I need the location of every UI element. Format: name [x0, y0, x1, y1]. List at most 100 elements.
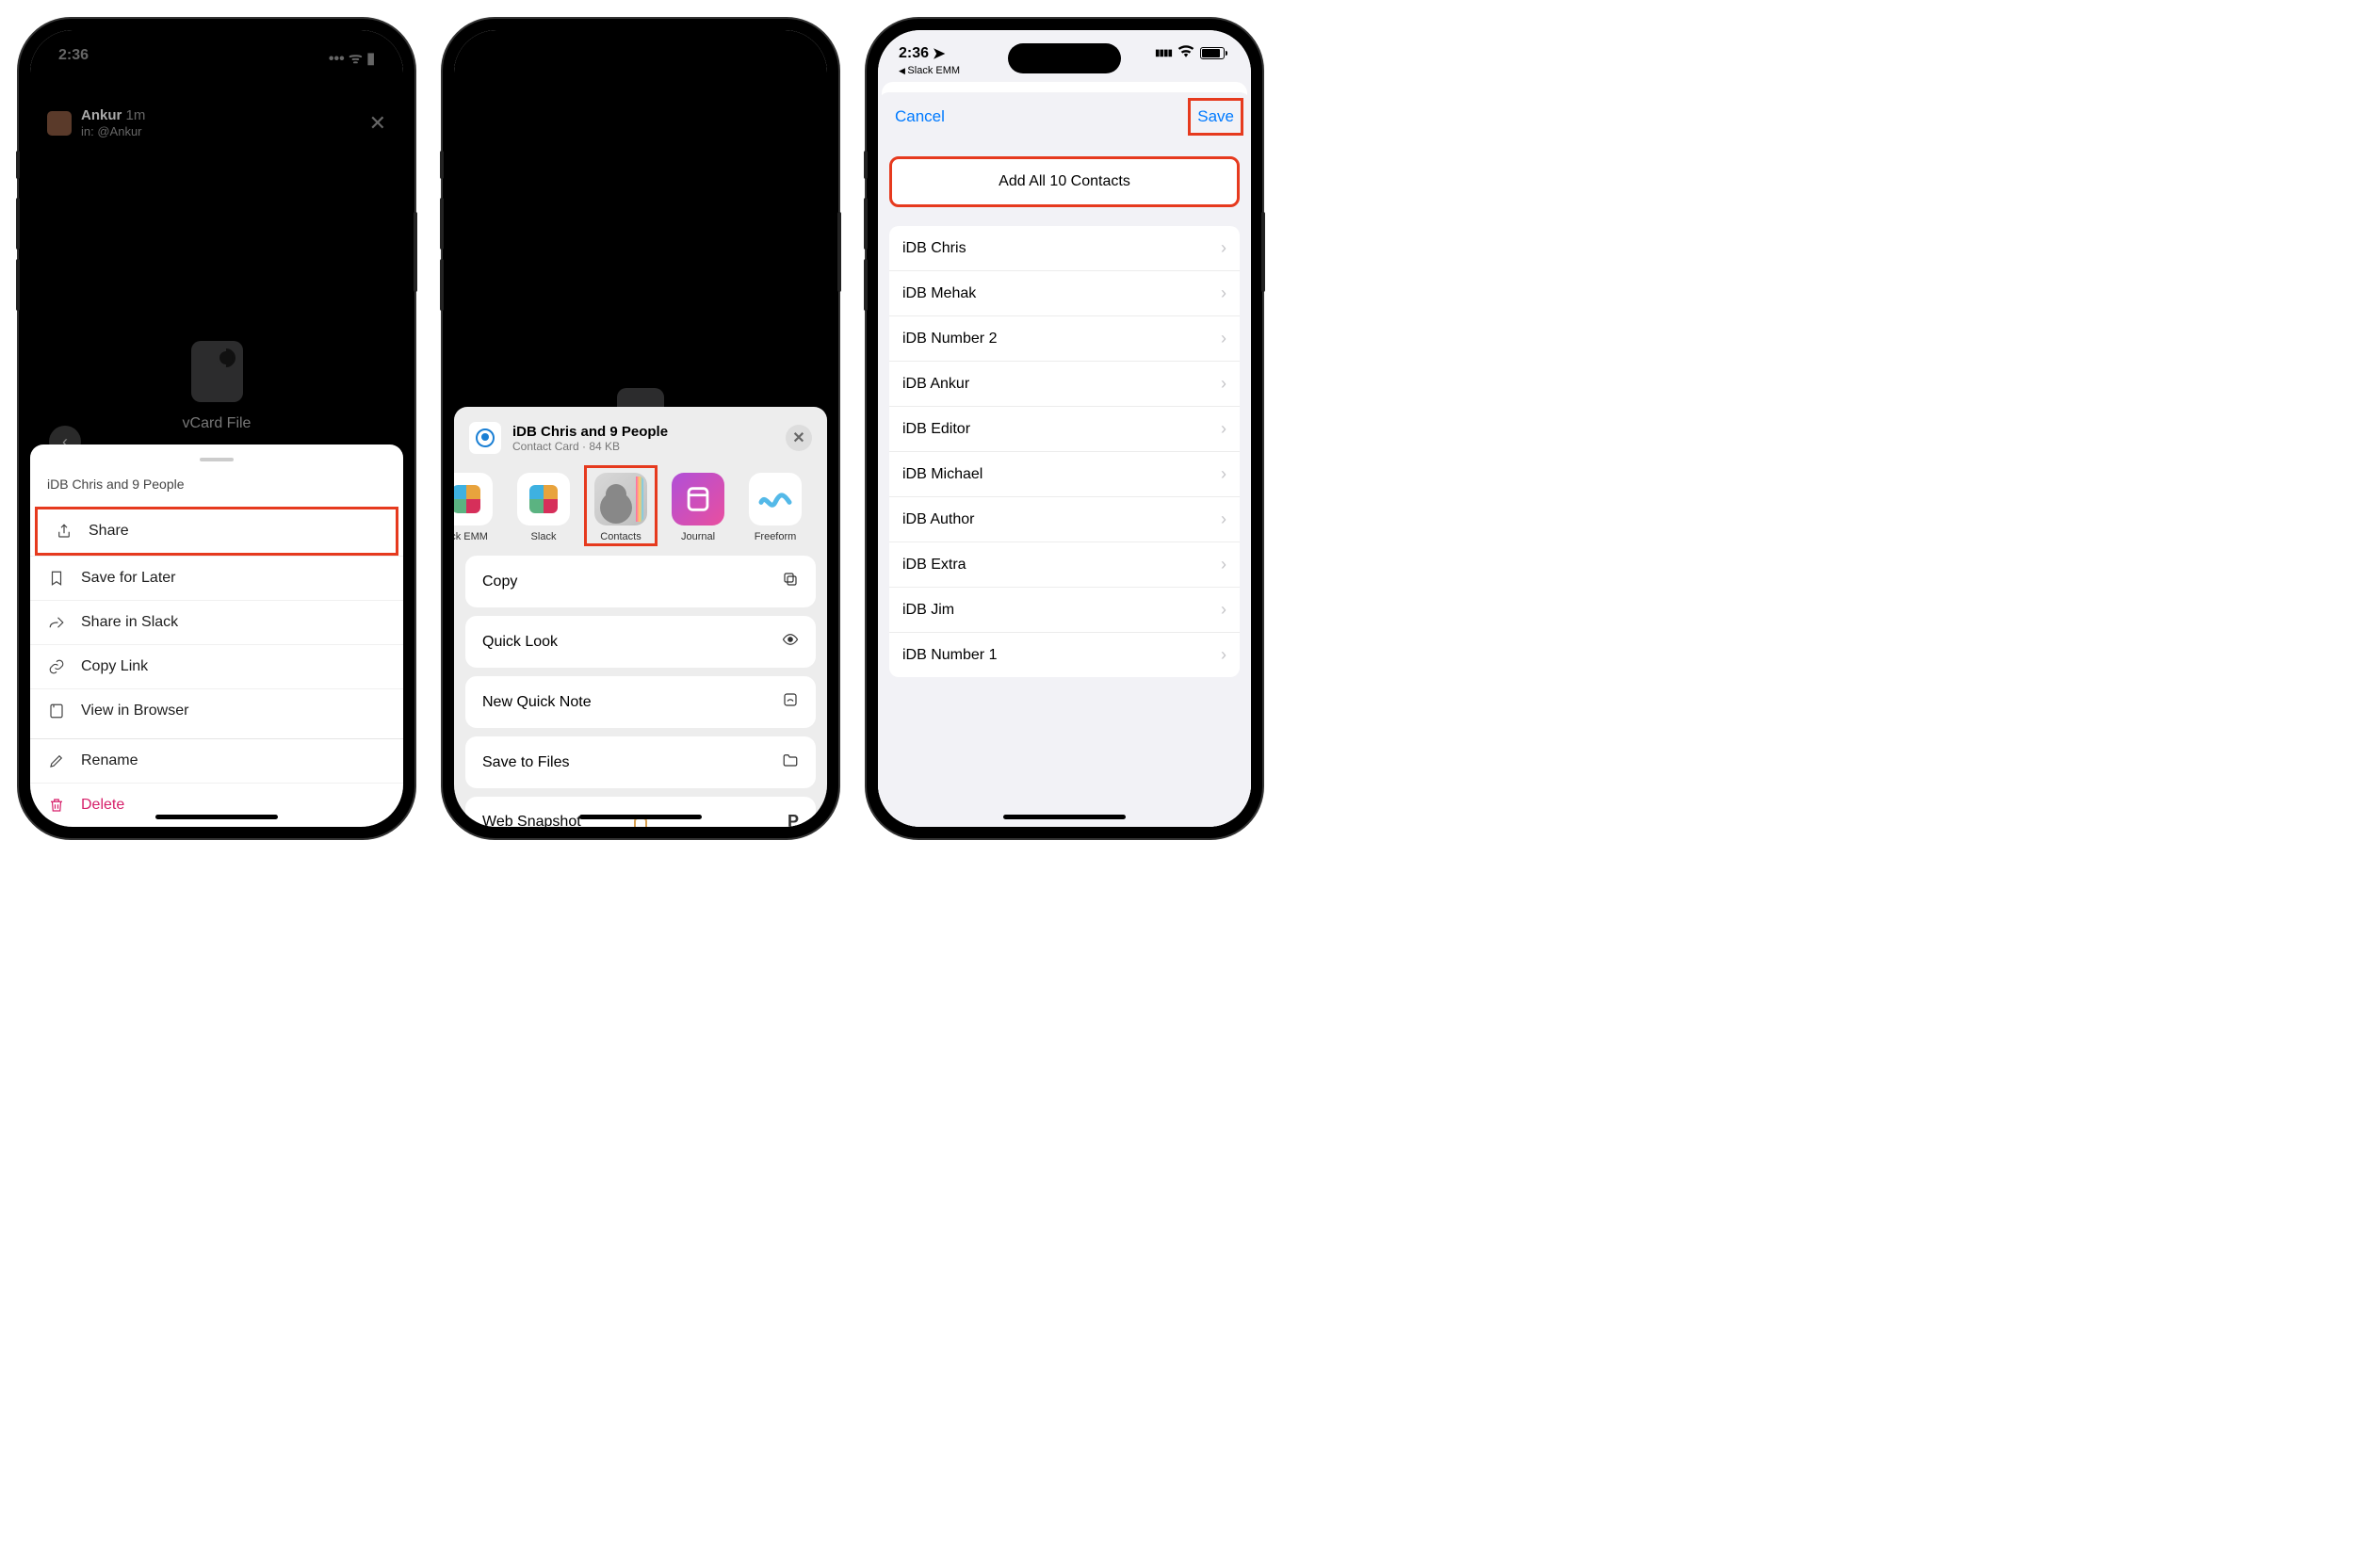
bookmark-icon	[47, 570, 66, 587]
contact-row[interactable]: iDB Editor›	[889, 407, 1240, 452]
dynamic-island	[584, 43, 697, 73]
contact-row[interactable]: iDB Number 1›	[889, 633, 1240, 677]
share-subtitle: Contact Card · 84 KB	[512, 440, 774, 453]
folder-icon	[782, 752, 799, 773]
time-ago: 1m	[126, 107, 146, 123]
copy-link-row[interactable]: Copy Link	[30, 644, 403, 688]
contact-row[interactable]: iDB Jim ›	[889, 588, 1240, 633]
contact-name: iDB Ankur	[902, 376, 969, 393]
app-contacts[interactable]: Contacts	[582, 473, 659, 542]
close-icon[interactable]: ✕	[786, 425, 812, 451]
cancel-button[interactable]: Cancel	[895, 107, 945, 126]
slack-file-header: Ankur 1m in: @Ankur ✕	[30, 96, 403, 151]
action-label: Copy	[482, 574, 517, 590]
app-journal[interactable]: Journal	[659, 473, 737, 542]
share-sheet-header: iDB Chris and 9 People Contact Card · 84…	[454, 407, 827, 465]
app-label: Freeform	[755, 531, 797, 542]
contact-name: iDB Michael	[902, 466, 983, 483]
contact-name: iDB Jim	[902, 602, 954, 619]
eye-icon	[782, 631, 799, 653]
contact-row[interactable]: iDB Michael›	[889, 452, 1240, 497]
note-icon	[782, 691, 799, 713]
browser-icon	[47, 703, 66, 719]
modal-nav: Cancel Save	[878, 92, 1251, 143]
phone-3-frame: 2:36 ➤ Slack EMM ▮▮▮▮ Cancel Save Add Al	[867, 19, 1262, 838]
status-time: 2:36	[58, 47, 89, 68]
app-slack-emm[interactable]: ack EMM	[454, 473, 505, 542]
contact-row[interactable]: iDB Number 2›	[889, 316, 1240, 362]
contacts-list: iDB Chris› iDB Mehak› iDB Number 2› iDB …	[889, 226, 1240, 677]
phone-2-frame: iDB Chris and 9 People Contact Card · 84…	[443, 19, 838, 838]
save-to-files-action[interactable]: Save to Files	[465, 736, 816, 788]
status-indicators: ••• ᯤ ▮	[329, 47, 375, 68]
location-icon: ➤	[933, 44, 945, 63]
row-label: Copy Link	[81, 658, 148, 675]
chevron-right-icon: ›	[1221, 374, 1226, 394]
add-all-contacts-button[interactable]: Add All 10 Contacts	[889, 156, 1240, 207]
share-title: iDB Chris and 9 People	[512, 424, 774, 440]
row-label: Delete	[81, 797, 124, 814]
chevron-right-icon: ›	[1221, 329, 1226, 348]
pencil-icon	[47, 752, 66, 769]
quick-look-action[interactable]: Quick Look	[465, 616, 816, 668]
copy-action[interactable]: Copy	[465, 556, 816, 607]
status-indicators: ▮▮▮▮	[1155, 44, 1225, 61]
app-label: Journal	[681, 531, 715, 542]
row-label: Save for Later	[81, 570, 176, 587]
app-label: Contacts	[600, 531, 641, 542]
contact-row[interactable]: iDB Ankur ›	[889, 362, 1240, 407]
view-in-browser-row[interactable]: View in Browser	[30, 688, 403, 733]
message-location: in: @Ankur	[81, 124, 360, 139]
share-apps-row[interactable]: ack EMM Slack Contacts Journal	[454, 465, 827, 556]
data-indicator-icon: ▮▮▮▮	[1155, 48, 1172, 58]
forward-icon	[47, 614, 66, 631]
row-label: Share	[89, 523, 129, 540]
freeform-icon	[749, 473, 802, 525]
contact-row[interactable]: iDB Author›	[889, 497, 1240, 542]
app-freeform[interactable]: Freeform	[737, 473, 814, 542]
dynamic-island	[160, 43, 273, 73]
action-label: Quick Look	[482, 634, 558, 651]
chevron-right-icon: ›	[1221, 600, 1226, 620]
back-to-app[interactable]: Slack EMM	[899, 65, 960, 76]
contacts-icon	[594, 473, 647, 525]
share-actions: Copy Quick Look New Quick Note Save to F…	[454, 556, 827, 827]
row-label: Share in Slack	[81, 614, 178, 631]
share-row[interactable]: Share	[35, 507, 398, 556]
home-indicator[interactable]	[155, 815, 278, 819]
action-label: Web Snapshot	[482, 814, 581, 828]
share-sheet: iDB Chris and 9 People Contact Card · 84…	[454, 407, 827, 827]
avatar	[47, 111, 72, 136]
save-for-later-row[interactable]: Save for Later	[30, 556, 403, 600]
phone-1-frame: 2:36 ••• ᯤ ▮ Ankur 1m in: @Ankur ✕ vCard…	[19, 19, 414, 838]
contact-row[interactable]: iDB Extra ›	[889, 542, 1240, 588]
contact-name: iDB Mehak	[902, 285, 976, 302]
contact-name: iDB Number 1	[902, 647, 997, 664]
app-label: Slack	[531, 531, 557, 542]
sheet-grabber[interactable]	[200, 458, 234, 461]
action-label: Save to Files	[482, 754, 569, 771]
chevron-right-icon: ›	[1221, 555, 1226, 574]
contact-name: iDB Author	[902, 511, 974, 528]
contact-row[interactable]: iDB Chris›	[889, 226, 1240, 271]
home-indicator[interactable]	[1003, 815, 1126, 819]
app-slack[interactable]: Slack	[505, 473, 582, 542]
rename-row[interactable]: Rename	[30, 738, 403, 783]
new-quick-note-action[interactable]: New Quick Note	[465, 676, 816, 728]
status-time: 2:36	[899, 45, 929, 62]
chevron-right-icon: ›	[1221, 238, 1226, 258]
home-indicator[interactable]	[579, 815, 702, 819]
chevron-right-icon: ›	[1221, 419, 1226, 439]
slack-icon	[517, 473, 570, 525]
close-icon[interactable]: ✕	[369, 111, 386, 136]
trash-icon	[47, 797, 66, 814]
row-label: Rename	[81, 752, 138, 769]
save-button[interactable]: Save	[1197, 107, 1234, 126]
contact-row[interactable]: iDB Mehak›	[889, 271, 1240, 316]
snapshot-icon: P	[788, 812, 799, 827]
contact-card-icon	[469, 422, 501, 454]
file-type-label: vCard File	[183, 415, 252, 432]
contact-name: iDB Extra	[902, 557, 966, 574]
share-in-slack-row[interactable]: Share in Slack	[30, 600, 403, 644]
delete-row[interactable]: Delete	[30, 783, 403, 827]
